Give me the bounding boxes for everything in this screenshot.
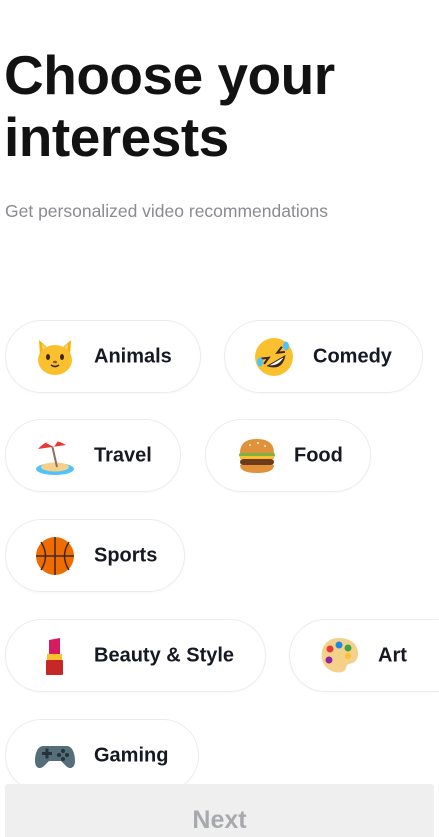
beach-umbrella-icon bbox=[34, 435, 76, 477]
page-subtitle: Get personalized video recommendations bbox=[5, 201, 328, 221]
interest-chip-food[interactable]: Food bbox=[205, 419, 371, 492]
page-title: Choose your interests bbox=[4, 44, 335, 168]
interest-label: Art bbox=[378, 644, 407, 666]
interest-label: Comedy bbox=[313, 345, 392, 367]
interest-chip-animals[interactable]: Animals bbox=[5, 320, 201, 393]
interest-chip-beauty-style[interactable]: Beauty & Style bbox=[5, 619, 266, 692]
basketball-icon bbox=[34, 535, 76, 577]
interest-chip-gaming[interactable]: Gaming bbox=[5, 719, 199, 792]
cat-face-icon bbox=[34, 336, 76, 378]
interest-chip-sports[interactable]: Sports bbox=[5, 519, 185, 592]
interest-label: Animals bbox=[94, 345, 172, 367]
lipstick-icon bbox=[34, 635, 76, 677]
interest-label: Gaming bbox=[94, 744, 169, 766]
interest-chip-art[interactable]: Art bbox=[289, 619, 439, 692]
interest-chip-travel[interactable]: Travel bbox=[5, 419, 181, 492]
next-button-label: Next bbox=[192, 806, 247, 834]
interest-label: Sports bbox=[94, 544, 158, 566]
game-controller-icon bbox=[34, 735, 76, 777]
interest-label: Travel bbox=[94, 444, 152, 466]
interest-chip-comedy[interactable]: Comedy bbox=[224, 320, 423, 393]
interest-picker-screen: Choose your interests Get personalized v… bbox=[0, 0, 439, 837]
hamburger-icon bbox=[236, 435, 278, 477]
interest-label: Food bbox=[294, 444, 343, 466]
artist-palette-icon bbox=[318, 635, 360, 677]
interest-label: Beauty & Style bbox=[94, 644, 235, 666]
rolling-laughing-face-icon bbox=[253, 336, 295, 378]
next-button[interactable]: Next bbox=[5, 784, 434, 837]
